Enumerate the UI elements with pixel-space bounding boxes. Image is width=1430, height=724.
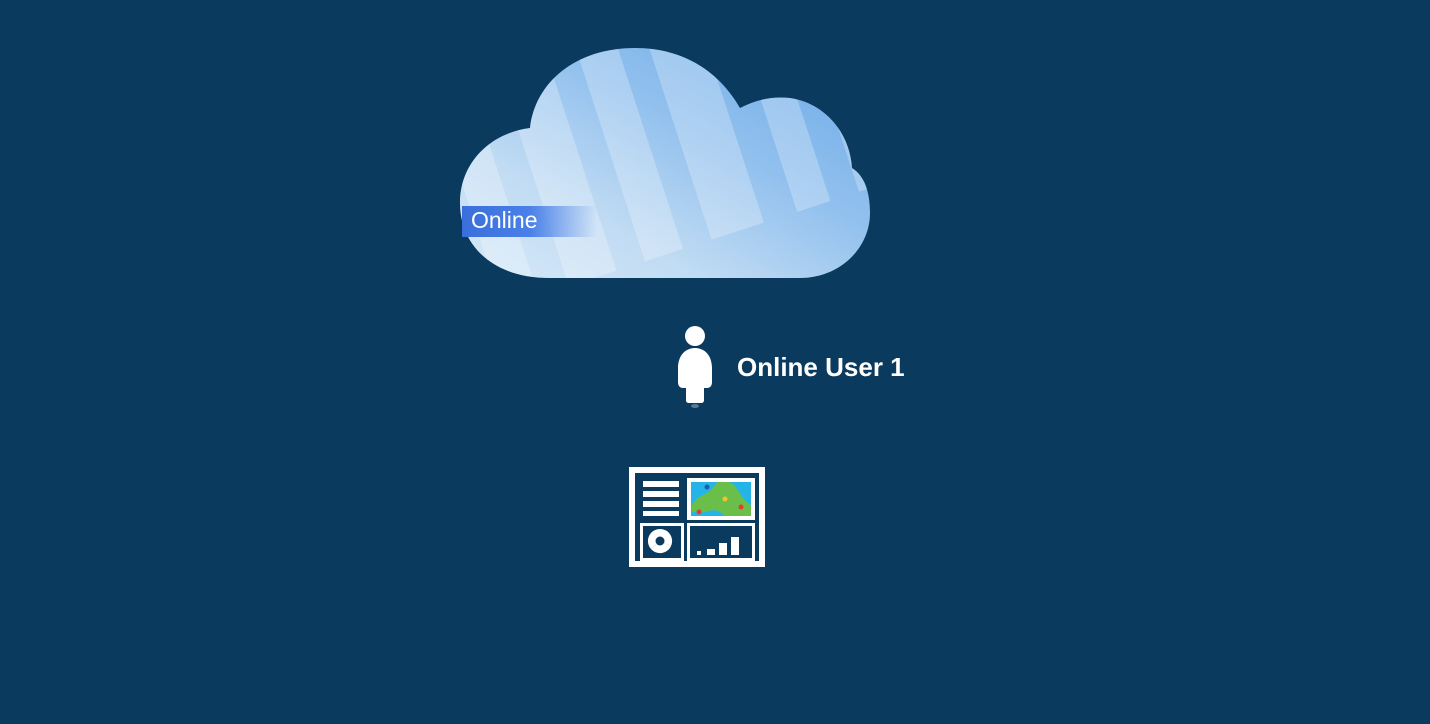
user-label: Online User 1 — [737, 352, 905, 383]
user-node[interactable]: Online User 1 — [675, 326, 905, 408]
person-icon — [675, 326, 715, 408]
dashboard-node[interactable] — [629, 467, 765, 567]
cloud-icon — [460, 48, 870, 278]
cloud-label-text: Online — [471, 207, 537, 234]
dashboard-icon — [629, 467, 765, 567]
cloud-node[interactable] — [460, 48, 870, 278]
cloud-label: Online — [462, 206, 597, 237]
